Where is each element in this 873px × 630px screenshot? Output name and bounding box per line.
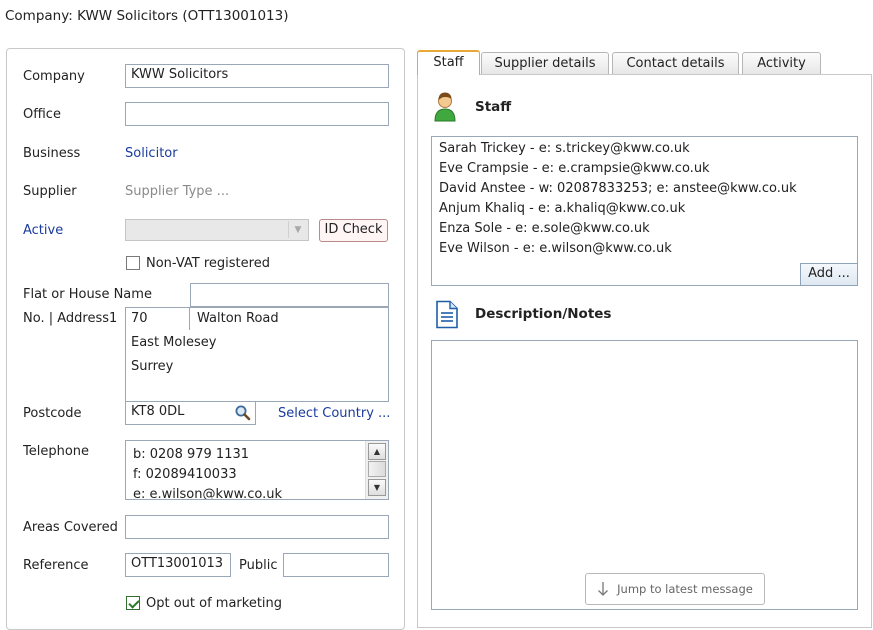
address3-field[interactable]: Surrey <box>131 359 173 374</box>
staff-list-items: Sarah Trickey - e: s.trickey@kww.co.uk E… <box>439 139 797 259</box>
scroll-thumb[interactable] <box>368 461 386 477</box>
notes-heading: Description/Notes <box>475 306 612 322</box>
business-label: Business <box>23 146 81 161</box>
staff-heading: Staff <box>475 99 512 115</box>
tab-contact-details[interactable]: Contact details <box>612 52 739 75</box>
active-select[interactable]: ▼ <box>125 219 309 241</box>
flat-input[interactable] <box>190 283 389 307</box>
staff-list-item[interactable]: Enza Sole - e: e.sole@kww.co.uk <box>439 219 797 239</box>
business-value-link[interactable]: Solicitor <box>125 146 178 161</box>
id-check-button[interactable]: ID Check <box>319 219 388 242</box>
areas-covered-label: Areas Covered <box>23 520 118 535</box>
house-number-field[interactable]: 70 <box>131 311 148 326</box>
telephone-label: Telephone <box>23 444 90 459</box>
tab-activity[interactable]: Activity <box>742 52 821 75</box>
person-icon <box>434 92 456 122</box>
telephone-line: e: e.wilson@kww.co.uk <box>133 487 282 500</box>
company-input[interactable]: KWW Solicitors <box>125 64 389 88</box>
flat-label: Flat or House Name <box>23 287 152 302</box>
telephone-textarea[interactable]: b: 0208 979 1131 f: 02089410033 e: e.wil… <box>125 440 389 500</box>
scroll-down-icon[interactable]: ▼ <box>368 479 386 496</box>
opt-out-checkbox[interactable] <box>126 596 140 610</box>
telephone-line: b: 0208 979 1131 <box>133 447 250 462</box>
public-label: Public <box>239 558 278 573</box>
postcode-label: Postcode <box>23 406 82 421</box>
reference-label: Reference <box>23 558 89 573</box>
search-icon[interactable] <box>234 404 252 421</box>
address1-field[interactable]: Walton Road <box>197 311 279 326</box>
add-staff-button[interactable]: Add ... <box>800 263 858 286</box>
document-icon <box>436 300 458 329</box>
supplier-label: Supplier <box>23 184 77 199</box>
arrow-down-icon <box>598 582 609 596</box>
non-vat-checkbox[interactable] <box>126 256 140 270</box>
office-label: Office <box>23 107 61 122</box>
dropdown-arrow-icon: ▼ <box>288 221 307 238</box>
scroll-up-icon[interactable]: ▲ <box>368 443 386 460</box>
tab-supplier-details[interactable]: Supplier details <box>481 52 609 75</box>
staff-list-item[interactable]: David Anstee - w: 02087833253; e: anstee… <box>439 179 797 199</box>
jump-to-latest-label: Jump to latest message <box>617 582 753 596</box>
address2-field[interactable]: East Molesey <box>131 335 216 350</box>
window-title: Company: KWW Solicitors (OTT13001013) <box>5 8 289 24</box>
telephone-scrollbar[interactable]: ▲ ▼ <box>365 441 388 499</box>
opt-out-label: Opt out of marketing <box>146 596 283 611</box>
office-input[interactable] <box>125 102 389 126</box>
non-vat-label: Non-VAT registered <box>146 256 270 271</box>
address-divider <box>189 307 190 330</box>
public-input[interactable] <box>283 553 389 577</box>
telephone-line: f: 02089410033 <box>133 467 237 482</box>
active-label: Active <box>23 223 64 238</box>
select-country-link[interactable]: Select Country ... <box>278 406 390 421</box>
jump-to-latest-button[interactable]: Jump to latest message <box>585 573 765 605</box>
staff-list-item[interactable]: Eve Wilson - e: e.wilson@kww.co.uk <box>439 239 797 259</box>
company-label: Company <box>23 69 85 84</box>
notes-textarea[interactable] <box>431 340 858 610</box>
staff-list-item[interactable]: Anjum Khaliq - e: a.khaliq@kww.co.uk <box>439 199 797 219</box>
supplier-type-link[interactable]: Supplier Type ... <box>125 184 229 199</box>
staff-list-item[interactable]: Eve Crampsie - e: e.crampsie@kww.co.uk <box>439 159 797 179</box>
tab-staff[interactable]: Staff <box>417 50 480 75</box>
reference-input[interactable]: OTT13001013 <box>125 553 231 577</box>
address-label: No. | Address1 <box>23 311 118 326</box>
staff-list-item[interactable]: Sarah Trickey - e: s.trickey@kww.co.uk <box>439 139 797 159</box>
areas-covered-input[interactable] <box>125 515 389 539</box>
